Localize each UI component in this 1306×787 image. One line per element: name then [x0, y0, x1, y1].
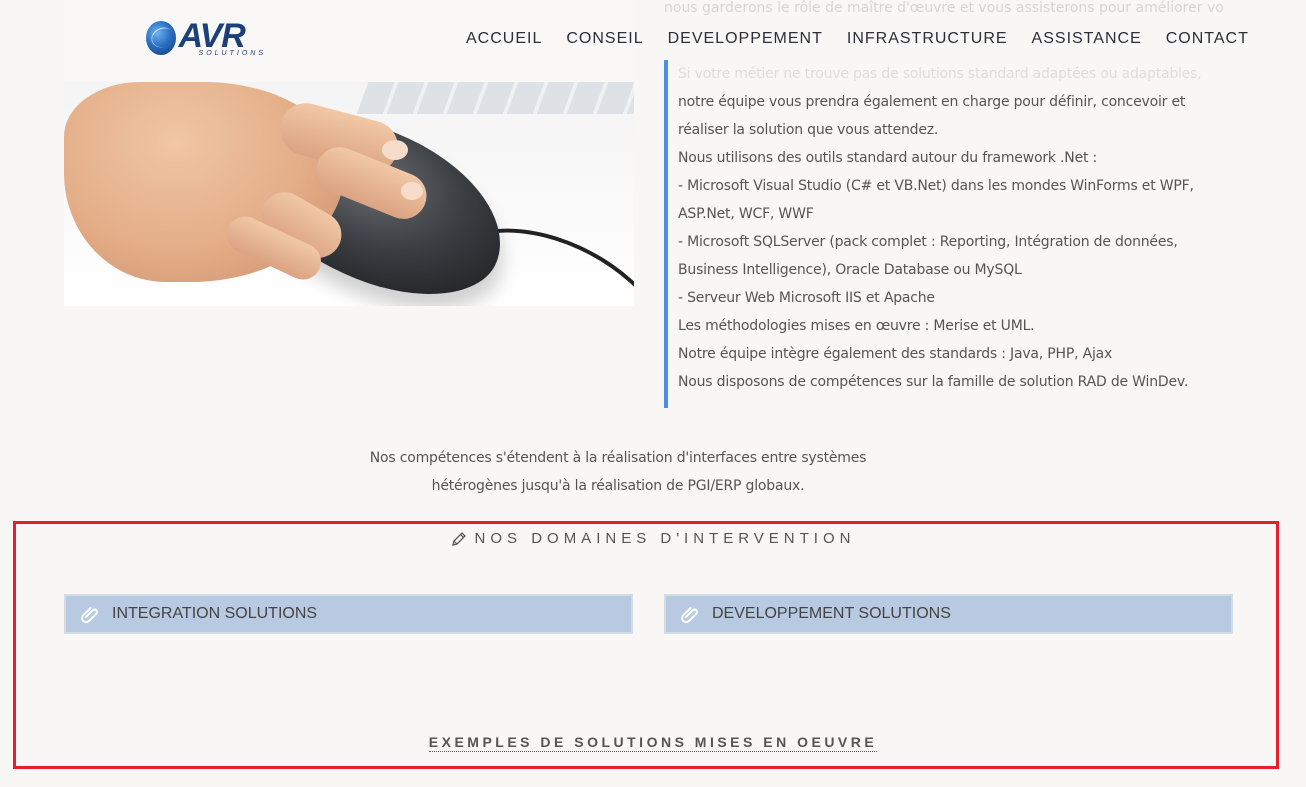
description-line: Nous utilisons des outils standard autou…	[678, 150, 1098, 166]
domains-title-text: NOS DOMAINES D'INTERVENTION	[474, 530, 856, 547]
highlight-frame	[13, 521, 1279, 769]
logo-text: AVR SOLUTIONS	[179, 19, 266, 57]
main-nav: ACCUEIL CONSEIL DEVELOPPEMENT INFRASTRUC…	[466, 30, 1249, 48]
keyboard-graphic	[356, 82, 634, 114]
description-block: Si votre métier ne trouve pas de solutio…	[664, 60, 1224, 408]
examples-link-wrapper: EXEMPLES DE SOLUTIONS MISES EN OEUVRE	[0, 734, 1306, 752]
examples-link[interactable]: EXEMPLES DE SOLUTIONS MISES EN OEUVRE	[428, 734, 878, 752]
description-line: Nous disposons de compétences sur la fam…	[678, 374, 1189, 390]
description-line: réaliser la solution que vous attendez.	[678, 122, 939, 138]
nail-graphic	[401, 182, 423, 200]
nav-item-developpement[interactable]: DEVELOPPEMENT	[668, 30, 823, 48]
domain-label: INTEGRATION SOLUTIONS	[112, 605, 318, 622]
description-line: notre équipe vous prendra également en c…	[678, 94, 1186, 110]
nav-item-infrastructure[interactable]: INFRASTRUCTURE	[847, 30, 1008, 48]
description-line: ASP.Net, WCF, WWF	[678, 206, 814, 222]
competences-text: Nos compétences s'étendent à la réalisat…	[300, 444, 936, 500]
developpement-solutions-button[interactable]: DEVELOPPEMENT SOLUTIONS	[664, 594, 1233, 634]
logo-subtitle: SOLUTIONS	[198, 50, 266, 57]
description-line: Notre équipe intègre également des stand…	[678, 346, 1113, 362]
nav-item-contact[interactable]: CONTACT	[1166, 30, 1249, 48]
logo-word: AVR	[178, 17, 246, 55]
paperclip-icon	[680, 604, 700, 624]
domain-label: DEVELOPPEMENT SOLUTIONS	[712, 605, 951, 622]
description-line: Les méthodologies mises en œuvre : Meris…	[678, 318, 1035, 334]
description-line: - Microsoft SQLServer (pack complet : Re…	[678, 234, 1178, 250]
nail-graphic	[382, 140, 408, 160]
description-line: Business Intelligence), Oracle Database …	[678, 262, 1022, 278]
description-line: - Microsoft Visual Studio (C# et VB.Net)…	[678, 178, 1194, 194]
competences-line: hétérogènes jusqu'à la réalisation de PG…	[431, 478, 805, 494]
nav-item-conseil[interactable]: CONSEIL	[566, 30, 643, 48]
hero-image-hand-mouse	[64, 82, 634, 306]
nav-item-assistance[interactable]: ASSISTANCE	[1032, 30, 1142, 48]
integration-solutions-button[interactable]: INTEGRATION SOLUTIONS	[64, 594, 633, 634]
nav-item-accueil[interactable]: ACCUEIL	[466, 30, 542, 48]
description-line: - Serveur Web Microsoft IIS et Apache	[678, 290, 935, 306]
globe-logo-icon	[146, 21, 176, 55]
paperclip-icon	[80, 604, 100, 624]
competences-line: Nos compétences s'étendent à la réalisat…	[369, 450, 867, 466]
pencil-icon	[451, 531, 467, 547]
site-logo[interactable]: AVR SOLUTIONS	[146, 18, 266, 58]
domains-section-title: NOS DOMAINES D'INTERVENTION	[0, 530, 1306, 547]
description-faded-line: Si votre métier ne trouve pas de solutio…	[678, 66, 1202, 82]
